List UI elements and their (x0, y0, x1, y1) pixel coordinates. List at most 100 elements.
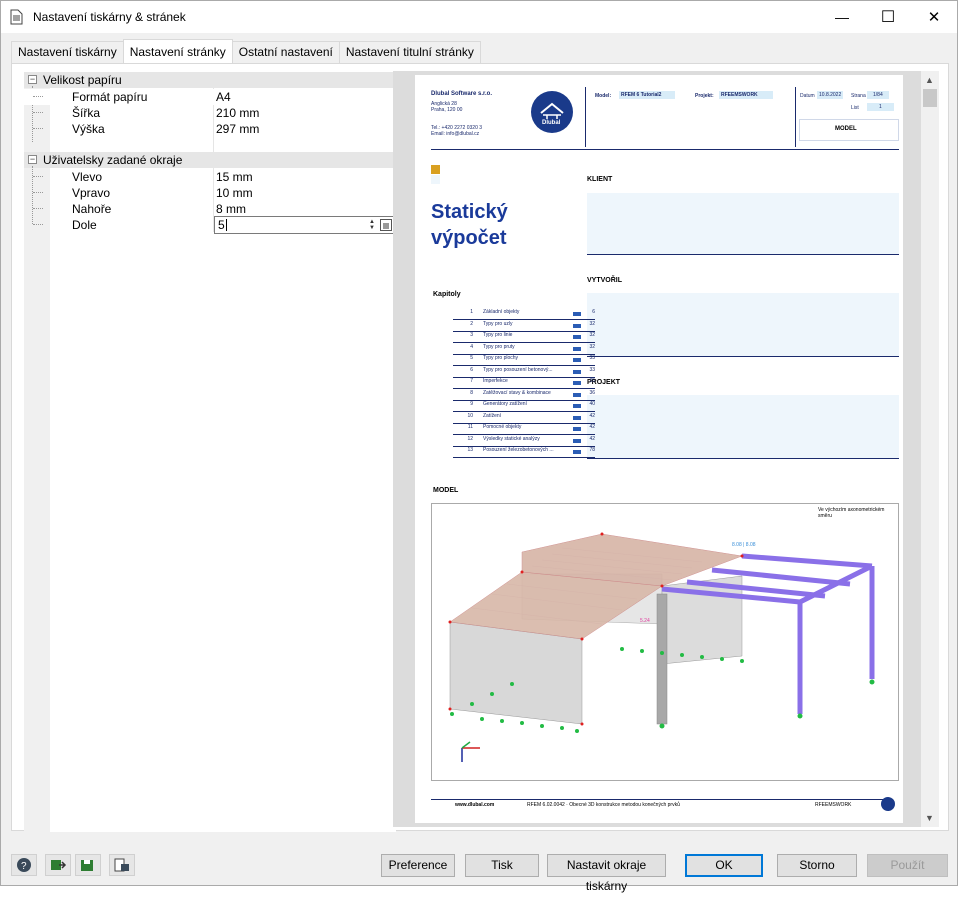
collapse-toggle[interactable]: − (28, 155, 37, 164)
property-row-height[interactable]: Výška 297 mm (24, 121, 396, 137)
chapter-title: Generátory zatížení (483, 401, 527, 407)
property-value[interactable]: 10 mm (216, 186, 253, 200)
chapter-book-icon (573, 381, 581, 385)
close-button[interactable]: ✕ (911, 1, 957, 33)
load-settings-button[interactable] (109, 854, 135, 876)
chapter-number: 8 (470, 389, 473, 396)
set-printer-margins-button[interactable]: Nastavit okraje tiskárny (547, 854, 666, 893)
chapter-page: 32 (589, 320, 595, 327)
author-box (587, 293, 899, 357)
property-value[interactable]: A4 (216, 90, 231, 104)
print-preview[interactable]: Dlubal Software s.r.o. Anglická 28 Praha… (393, 71, 925, 827)
title-bar: Nastavení tiskárny & stránek — ☐ ✕ (1, 1, 957, 33)
chapter-row: 3 Typy pro linie 32 (453, 332, 595, 343)
property-value[interactable]: 15 mm (216, 170, 253, 184)
save-settings-icon (81, 860, 93, 871)
date-value: 10.8.2022 (817, 91, 844, 99)
cancel-button[interactable]: Storno (777, 854, 857, 877)
chapter-row: 1 Základní objekty 6 (453, 309, 595, 320)
chapter-title: Typy pro plochy (483, 355, 519, 361)
chapter-book-icon (573, 335, 581, 339)
property-name: Vpravo (72, 186, 111, 200)
chapter-title: Typy pro pruty (483, 343, 515, 350)
preference-button[interactable]: Preference (381, 854, 455, 877)
input-value[interactable]: 5 (218, 218, 225, 232)
preview-scrollbar[interactable]: ▲ ▼ (921, 71, 939, 827)
chapter-number: 2 (470, 320, 473, 327)
chapter-row: 11 Pomocné objekty 42 (453, 424, 595, 435)
property-value[interactable]: 210 mm (216, 106, 259, 120)
collapse-toggle[interactable]: − (28, 75, 37, 84)
chapter-page: 40 (589, 401, 595, 407)
property-row-left[interactable]: Vlevo 15 mm (24, 169, 396, 185)
group-paper-size[interactable]: − Velikost papíru (24, 72, 396, 88)
page-label: Strana (851, 93, 866, 99)
property-value[interactable]: 8 mm (216, 202, 246, 216)
property-row-paper-format[interactable]: Formát papíru A4 (24, 89, 396, 105)
print-button[interactable]: Tisk (465, 854, 539, 877)
chapter-number: 13 (467, 447, 473, 453)
bottom-margin-input[interactable]: 5 ▲ ▼ (214, 216, 396, 234)
chapter-number: 9 (470, 401, 473, 407)
model-image: Ve výchozím axonometrickém směru 8.08 | … (431, 503, 899, 781)
tab-other-settings[interactable]: Ostatní nastavení (231, 41, 340, 63)
chapter-page: 33 (589, 355, 595, 361)
help-button[interactable]: ? (11, 854, 37, 876)
scroll-up-icon[interactable]: ▲ (925, 75, 934, 85)
chapter-row: 12 Výsledky statické analýzy 42 (453, 436, 595, 447)
text-caret (226, 219, 227, 231)
chapter-page: 32 (589, 343, 595, 350)
chapter-title: Typy pro uzly (483, 320, 513, 327)
chapter-book-icon (573, 415, 581, 420)
dimension-label-2: 5.24 (640, 618, 650, 624)
chapter-title: Výsledky statické analýzy (483, 435, 540, 442)
minimize-button[interactable]: — (819, 1, 865, 33)
tab-printer-settings[interactable]: Nastavení tiskárny (11, 41, 124, 63)
chapter-page: 36 (589, 389, 595, 396)
scroll-down-icon[interactable]: ▼ (925, 813, 934, 823)
chapter-number: 6 (470, 366, 473, 373)
project-label: Projekt: (695, 93, 714, 99)
chapter-title: Pomocné objekty (483, 424, 522, 430)
property-name: Nahoře (72, 202, 112, 216)
scroll-thumb[interactable] (923, 89, 937, 107)
list-picker-icon[interactable] (380, 219, 392, 231)
property-row-width[interactable]: Šířka 210 mm (24, 105, 396, 121)
tab-strip: Nastavení tiskárny Nastavení stránky Ost… (11, 39, 481, 63)
chapter-title: Zatěžovací stavy & kombinace (483, 389, 551, 396)
sheet-label: List (851, 105, 859, 111)
date-label: Datum (800, 93, 815, 99)
chapter-book-icon (573, 427, 581, 431)
group-label: Uživatelsky zadané okraje (43, 153, 183, 167)
chapter-row: 13 Posouzení železobetonových ... 78 (453, 447, 595, 458)
chapter-book-icon (573, 392, 581, 397)
property-value[interactable]: 297 mm (216, 122, 259, 136)
property-name: Šířka (72, 106, 101, 120)
chapter-number: 12 (467, 435, 473, 442)
spin-icon[interactable]: ▲ ▼ (368, 219, 376, 231)
property-row-top[interactable]: Nahoře 8 mm (24, 201, 396, 217)
apply-button[interactable]: Použít (867, 854, 948, 877)
property-row-right[interactable]: Vpravo 10 mm (24, 185, 396, 201)
chapter-row: 5 Typy pro plochy 33 (453, 355, 595, 366)
project-value: RFEEMSWORK (719, 91, 773, 99)
ok-button[interactable]: OK (685, 854, 763, 877)
chapter-page: 42 (589, 412, 595, 419)
chapter-row: 8 Zatěžovací stavy & kombinace 36 (453, 390, 595, 401)
logo-text: Dlubal (542, 120, 561, 126)
chapter-number: 4 (470, 343, 473, 350)
maximize-button[interactable]: ☐ (865, 1, 911, 33)
chapter-title: Typy pro posouzení betonový... (483, 366, 553, 373)
group-user-margins[interactable]: − Uživatelsky zadané okraje (24, 152, 396, 168)
company-name: Dlubal Software s.r.o. (431, 91, 493, 97)
tab-title-page-settings[interactable]: Nastavení titulní stránky (338, 41, 481, 63)
tab-page-settings[interactable]: Nastavení stránky (122, 39, 233, 63)
save-settings-button[interactable] (75, 854, 101, 876)
group-label: Velikost papíru (43, 73, 122, 87)
property-name: Formát papíru (72, 90, 148, 104)
property-name: Vlevo (72, 170, 103, 184)
chapter-book-icon (573, 450, 581, 454)
chapter-title: Typy pro linie (483, 332, 513, 338)
project-box (587, 395, 899, 459)
export-button[interactable] (45, 854, 71, 876)
